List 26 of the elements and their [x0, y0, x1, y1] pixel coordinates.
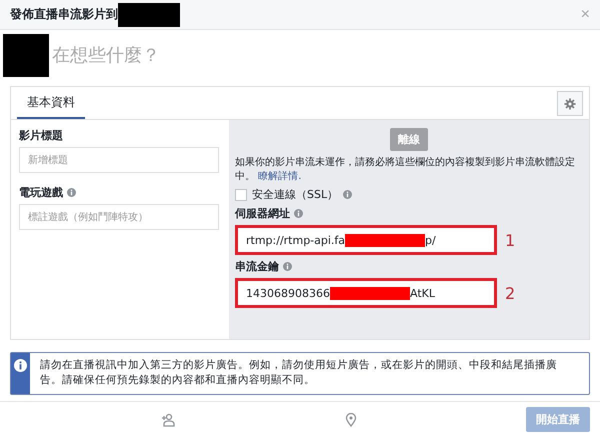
field-label: 串流金鑰	[235, 259, 279, 274]
banner-text: 請勿在直播視訊中加入第三方的影片廣告。例如，請勿使用短片廣告，或在影片的開頭、中段和結尾插播廣告。請確保任何預先錄製的內容都和直播內容明顯不同。	[39, 358, 558, 388]
input-field[interactable]: 143068908366 AtKL	[235, 278, 497, 308]
input-field[interactable]: 新增標題	[19, 147, 219, 173]
checkbox-label: 安全連線（SSL）	[252, 187, 338, 202]
settings-button[interactable]	[557, 91, 583, 116]
info-icon	[14, 359, 28, 372]
dialog-title: 發佈直播串流影片到	[10, 6, 118, 23]
field-value: 143068908366	[246, 286, 330, 300]
field-label: 影片標題	[19, 128, 63, 143]
help-text: 如果你的影片串流未運作，請務必將這些欄位的內容複製到影片串流軟體設定中。 瞭解詳情.	[235, 156, 576, 183]
location-pin-icon[interactable]	[344, 412, 357, 426]
settings-icon	[564, 96, 576, 110]
learn-more-link[interactable]: 瞭解詳情.	[258, 171, 302, 182]
field-value: rtmp://rtmp-api.fa	[246, 234, 346, 246]
input-field[interactable]: rtmp://rtmp-api.fa p/	[235, 225, 497, 255]
annotation-number: 2	[505, 284, 516, 302]
annotation-number: 1	[505, 230, 516, 250]
field-label: 電玩遊戲	[19, 185, 63, 200]
checkbox[interactable]	[235, 188, 247, 200]
input-field[interactable]: 標註遊戲（例如鬥陣特攻）	[19, 204, 219, 230]
tab[interactable]: 基本資料	[17, 87, 85, 119]
tag-person-icon[interactable]	[161, 412, 176, 426]
field-value: p/	[425, 234, 436, 246]
field-label: 伺服器網址	[235, 206, 290, 221]
field-value: AtKL	[410, 286, 435, 300]
